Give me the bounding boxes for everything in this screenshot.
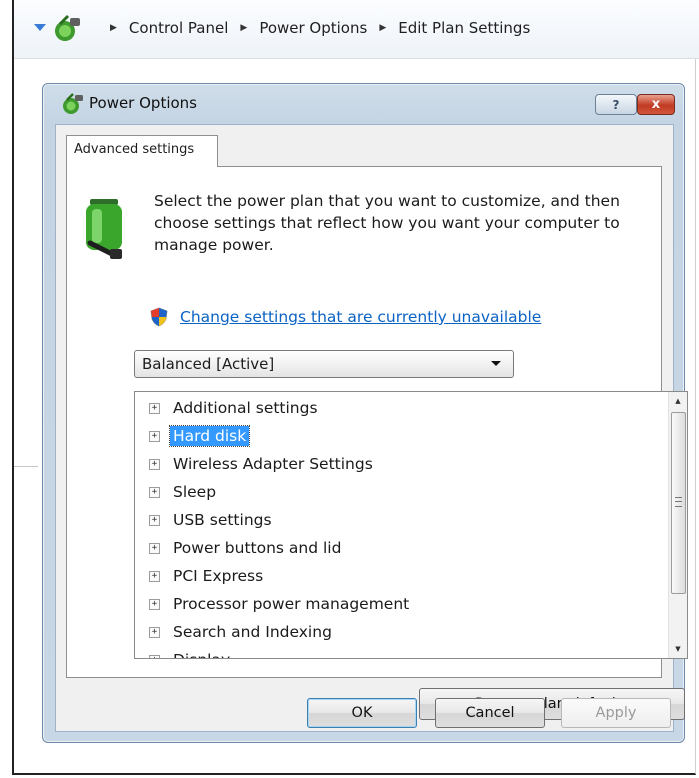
tree-item-label: Search and Indexing [173, 623, 332, 641]
power-options-dialog: Power Options ? x Advanced settings Sele… [42, 83, 688, 743]
divider [14, 466, 38, 467]
tree-item-wireless-adapter-settings[interactable]: + Wireless Adapter Settings [135, 450, 376, 478]
settings-tree[interactable]: + Additional settings + Hard disk + Wire… [134, 391, 688, 659]
apply-button[interactable]: Apply [561, 698, 671, 728]
breadcrumb-item-edit-plan-settings[interactable]: Edit Plan Settings [398, 19, 530, 37]
expand-icon[interactable]: + [149, 402, 160, 414]
uac-shield-icon [150, 307, 168, 327]
expand-icon[interactable]: + [149, 458, 160, 470]
expand-icon[interactable]: + [149, 514, 160, 526]
breadcrumb-item-control-panel[interactable]: Control Panel [129, 19, 228, 37]
dropdown-arrow-icon[interactable] [34, 22, 46, 32]
power-options-icon [55, 14, 80, 41]
dialog-title: Power Options [89, 94, 197, 112]
cancel-button[interactable]: Cancel [435, 698, 545, 728]
dialog-client-area: Advanced settings Select the power plan … [55, 124, 688, 732]
expand-icon[interactable]: + [149, 570, 160, 582]
tree-item-label: Power buttons and lid [173, 539, 342, 557]
vertical-scrollbar[interactable]: ▲ ▼ [668, 392, 687, 658]
chevron-down-icon [491, 361, 501, 366]
expand-icon[interactable]: + [149, 430, 160, 442]
tree-item-label: Hard disk [168, 425, 251, 447]
battery-plug-icon [86, 199, 122, 259]
tree-item-additional-settings[interactable]: + Additional settings [135, 394, 321, 422]
address-bar: ▶ Control Panel ▶ Power Options ▶ Edit P… [14, 0, 699, 59]
tree-item-label: Additional settings [173, 399, 318, 417]
chevron-right-icon: ▶ [110, 23, 117, 33]
tree-item-label: Display [170, 650, 233, 658]
tree-item-label: Sleep [173, 483, 217, 501]
tree-item-label: USB settings [173, 511, 272, 529]
tree-item-pci-express[interactable]: + PCI Express [135, 562, 266, 590]
expand-icon[interactable]: + [149, 542, 160, 554]
tree-item-display[interactable]: + Display [135, 646, 233, 658]
close-button[interactable]: x [637, 94, 675, 115]
power-plan-select[interactable]: Balanced [Active] [134, 350, 514, 378]
tree-item-label: Processor power management [173, 595, 410, 613]
tree-item-power-buttons-and-lid[interactable]: + Power buttons and lid [135, 534, 344, 562]
tree-item-usb-settings[interactable]: + USB settings [135, 506, 275, 534]
help-button[interactable]: ? [595, 94, 637, 115]
description-text: Select the power plan that you want to c… [154, 192, 620, 254]
tree-item-sleep[interactable]: + Sleep [135, 478, 219, 506]
scroll-up-icon[interactable]: ▲ [669, 392, 687, 410]
breadcrumb: ▶ Control Panel ▶ Power Options ▶ Edit P… [98, 19, 530, 37]
power-plan-select-value: Balanced [Active] [142, 355, 275, 373]
tree-item-processor-power-management[interactable]: + Processor power management [135, 590, 412, 618]
ok-button[interactable]: OK [307, 698, 417, 728]
tree-item-hard-disk[interactable]: + Hard disk [135, 422, 251, 450]
breadcrumb-item-power-options[interactable]: Power Options [259, 19, 367, 37]
scroll-down-icon[interactable]: ▼ [669, 640, 687, 658]
expand-icon[interactable]: + [149, 486, 160, 498]
grip-icon [675, 497, 682, 507]
chevron-right-icon: ▶ [240, 23, 248, 33]
chevron-right-icon: ▶ [379, 23, 387, 33]
tab-advanced-settings[interactable]: Advanced settings [66, 135, 218, 167]
power-options-icon [63, 93, 83, 114]
scrollbar-thumb[interactable] [671, 412, 686, 594]
tree-item-search-and-indexing[interactable]: + Search and Indexing [135, 618, 335, 646]
tree-item-label: Wireless Adapter Settings [173, 455, 373, 473]
tree-item-label: PCI Express [173, 567, 264, 585]
expand-icon[interactable]: + [149, 626, 160, 638]
expand-icon[interactable]: + [149, 654, 160, 658]
change-settings-link[interactable]: Change settings that are currently unava… [180, 308, 541, 326]
expand-icon[interactable]: + [149, 598, 160, 610]
